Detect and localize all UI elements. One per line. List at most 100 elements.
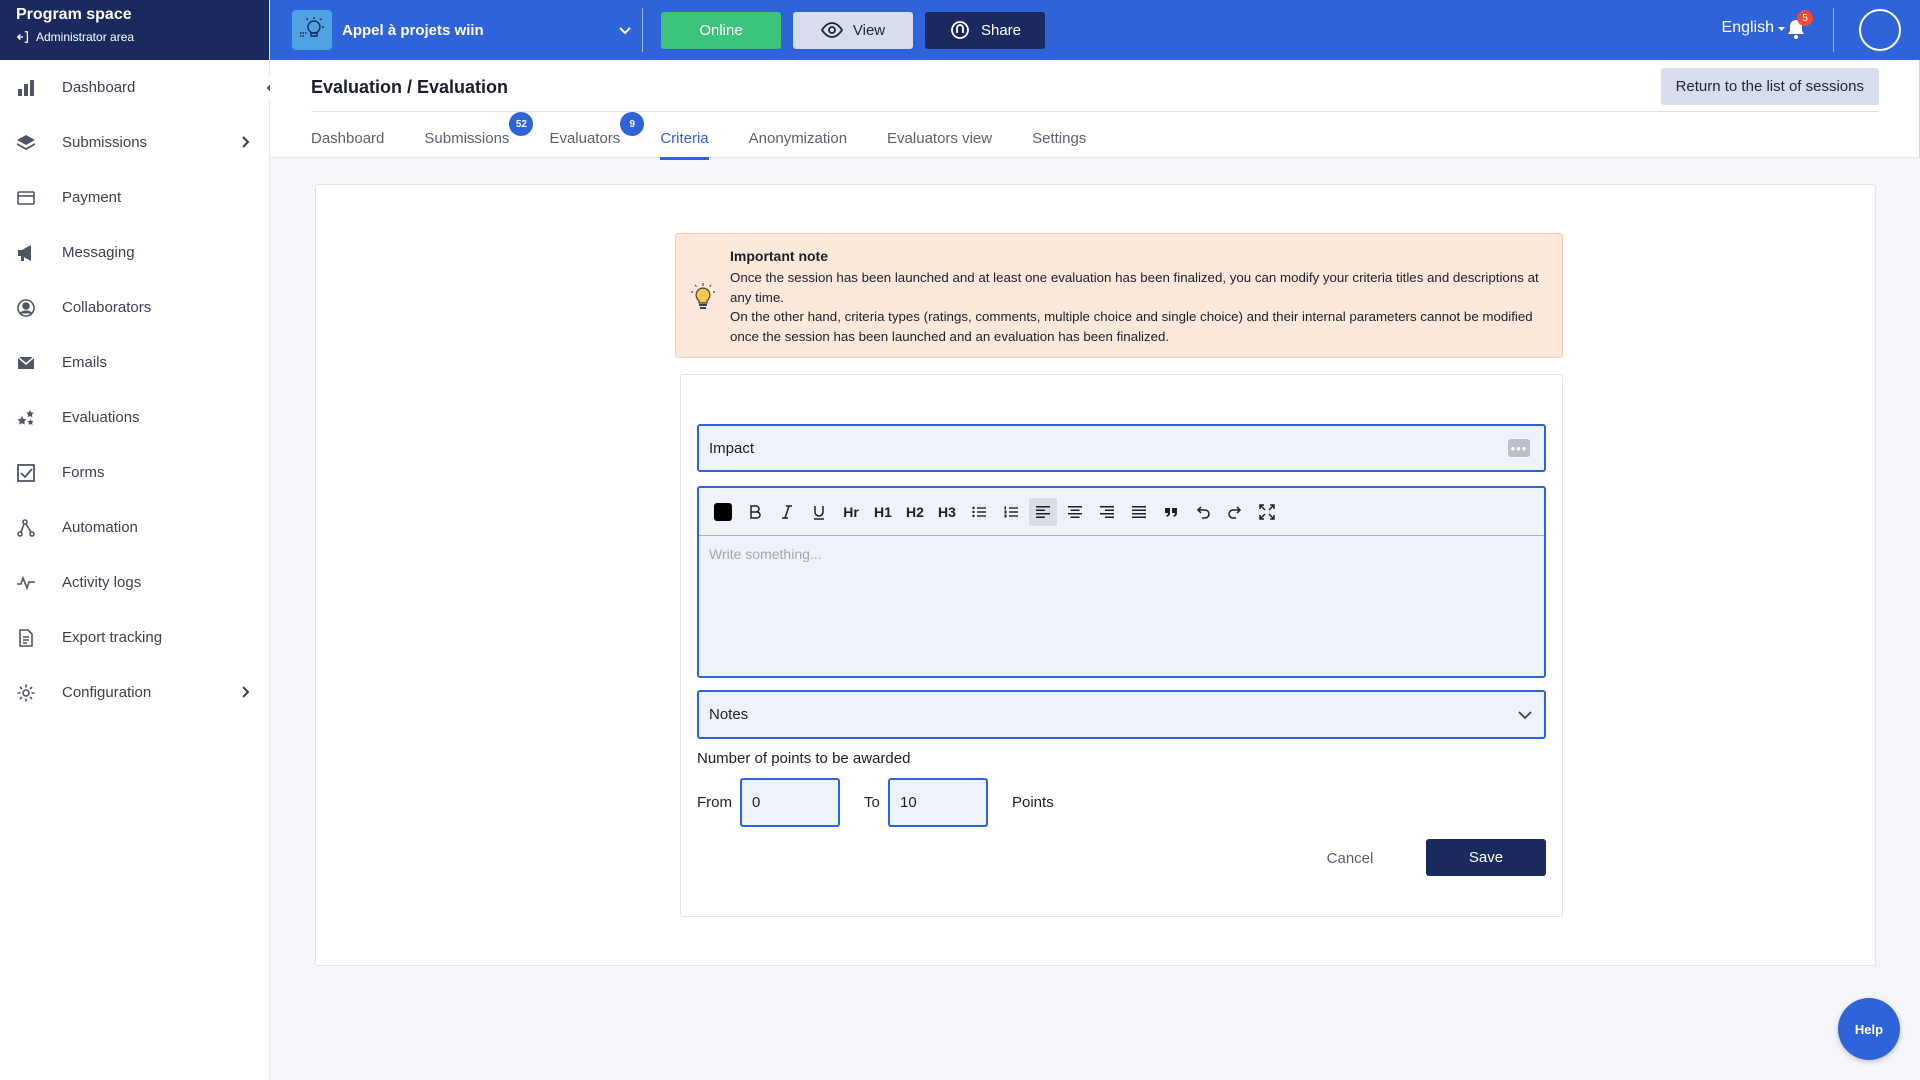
chevron-down-icon [1518, 710, 1532, 719]
view-button[interactable]: View [793, 11, 913, 49]
sidebar-item-forms[interactable]: Forms [0, 445, 269, 500]
project-name: Appel à projets wiin [342, 21, 484, 39]
quote-icon [1165, 507, 1177, 517]
align-right-button[interactable] [1093, 498, 1121, 526]
redo-button[interactable] [1221, 498, 1249, 526]
view-label: View [852, 21, 886, 39]
notifications-button[interactable]: 5 [1785, 10, 1813, 42]
sidebar-item-label: Dashboard [62, 79, 136, 96]
redo-icon [1228, 505, 1242, 519]
lightbulb-icon [691, 283, 715, 309]
sidebar-item-label: Forms [62, 464, 105, 481]
automation-icon [14, 516, 38, 540]
tabs: Dashboard Submissions 52 Evaluators 9 Crit… [311, 112, 1126, 160]
sidebar-item-emails[interactable]: Emails [0, 335, 269, 390]
cancel-button[interactable]: Cancel [1320, 840, 1380, 876]
tab-evaluators-view[interactable]: Evaluators view [887, 130, 992, 160]
underline-button[interactable] [805, 498, 833, 526]
user-circle-icon [14, 296, 38, 320]
help-button[interactable]: Help [1838, 998, 1900, 1060]
tab-label: Submissions [424, 130, 510, 147]
tab-dashboard[interactable]: Dashboard [311, 130, 384, 160]
bold-button[interactable] [741, 498, 769, 526]
from-points-input[interactable] [740, 778, 840, 827]
from-label: From [697, 794, 732, 811]
tab-anonymization[interactable]: Anonymization [749, 130, 847, 160]
more-options-icon[interactable]: ••• [1508, 439, 1530, 457]
sidebar-item-activity-logs[interactable]: Activity logs [0, 555, 269, 610]
to-points-input[interactable] [888, 778, 988, 827]
note-title: Important note [730, 248, 828, 264]
h3-button[interactable]: H3 [933, 498, 961, 526]
sidebar-item-payment[interactable]: Payment [0, 170, 269, 225]
important-note: Important note Once the session has been… [675, 233, 1563, 358]
tab-label: Criteria [660, 130, 709, 147]
to-label: To [864, 794, 880, 811]
document-icon [14, 626, 38, 650]
evaluators-count-badge: 9 [620, 112, 645, 136]
align-left-button[interactable] [1029, 497, 1057, 526]
note-line-2: On the other hand, criteria types (ratin… [730, 309, 1533, 344]
sidebar-item-label: Activity logs [62, 574, 142, 591]
sidebar-item-messaging[interactable]: Messaging [0, 225, 269, 280]
sidebar-item-automation[interactable]: Automation [0, 500, 269, 555]
h1-button[interactable]: H1 [869, 498, 897, 526]
share-button[interactable]: Share [925, 11, 1045, 49]
italic-button[interactable] [773, 498, 801, 526]
submissions-count-badge: 52 [509, 112, 534, 136]
sidebar-item-collaborators[interactable]: Collaborators [0, 280, 269, 335]
tab-submissions[interactable]: Submissions 52 [424, 112, 534, 160]
tab-label: Dashboard [311, 130, 385, 147]
exit-icon [16, 31, 29, 43]
share-label: Share [980, 21, 1022, 39]
bullet-list-button[interactable] [965, 498, 993, 526]
fullscreen-button[interactable] [1253, 498, 1281, 526]
avatar[interactable] [1859, 9, 1901, 51]
tab-criteria[interactable]: Criteria [660, 130, 709, 160]
administrator-area-label: Administrator area [36, 30, 135, 44]
topbar-divider [642, 8, 643, 52]
align-center-button[interactable] [1061, 498, 1089, 526]
hr-button[interactable]: Hr [837, 498, 865, 526]
hr-label: Hr [843, 503, 859, 520]
sidebar-header: Program space Administrator area [0, 0, 269, 60]
quote-button[interactable] [1157, 498, 1185, 526]
text-color-button[interactable] [709, 498, 737, 526]
sidebar-item-dashboard[interactable]: Dashboard [0, 60, 269, 115]
sidebar-item-label: Export tracking [62, 629, 163, 646]
sidebar-item-export-tracking[interactable]: Export tracking [0, 610, 269, 665]
topbar-divider [1833, 8, 1834, 52]
criteria-title-field[interactable]: ••• [697, 424, 1546, 472]
undo-button[interactable] [1189, 498, 1217, 526]
program-space-title: Program space [16, 6, 132, 23]
numbered-list-icon [1004, 506, 1018, 517]
gear-icon [14, 681, 38, 705]
sidebar-item-evaluations[interactable]: Evaluations [0, 390, 269, 445]
megaphone-icon [14, 241, 38, 265]
project-selector[interactable]: Appel à projets wiin [292, 10, 642, 50]
tab-evaluators[interactable]: Evaluators 9 [549, 112, 645, 160]
numbered-list-button[interactable] [997, 498, 1025, 526]
h2-button[interactable]: H2 [901, 498, 929, 526]
align-justify-icon [1132, 505, 1146, 518]
h1-label: H1 [874, 503, 892, 520]
criteria-type-select[interactable]: Notes [697, 690, 1546, 739]
tab-settings[interactable]: Settings [1032, 130, 1086, 160]
notification-count-badge: 5 [1797, 10, 1813, 26]
sidebar-item-label: Automation [62, 519, 138, 536]
language-selector[interactable]: English [1722, 19, 1786, 37]
align-left-icon [1036, 505, 1050, 518]
pulse-icon [14, 571, 38, 595]
align-justify-button[interactable] [1125, 498, 1153, 526]
administrator-area-link[interactable]: Administrator area [16, 30, 253, 44]
description-editor: Hr H1 H2 H3 Write something... [697, 486, 1546, 678]
save-button[interactable]: Save [1426, 839, 1546, 876]
criteria-title-input[interactable] [709, 439, 1508, 457]
page-title: Evaluation / Evaluation [311, 77, 509, 97]
sidebar-item-submissions[interactable]: Submissions [0, 115, 269, 170]
sidebar-item-configuration[interactable]: Configuration [0, 665, 269, 720]
editor-text-area[interactable]: Write something... [699, 536, 1544, 676]
return-to-sessions-button[interactable]: Return to the list of sessions [1660, 68, 1879, 105]
online-status-button[interactable]: Online [661, 11, 781, 49]
header-divider [311, 111, 1879, 112]
